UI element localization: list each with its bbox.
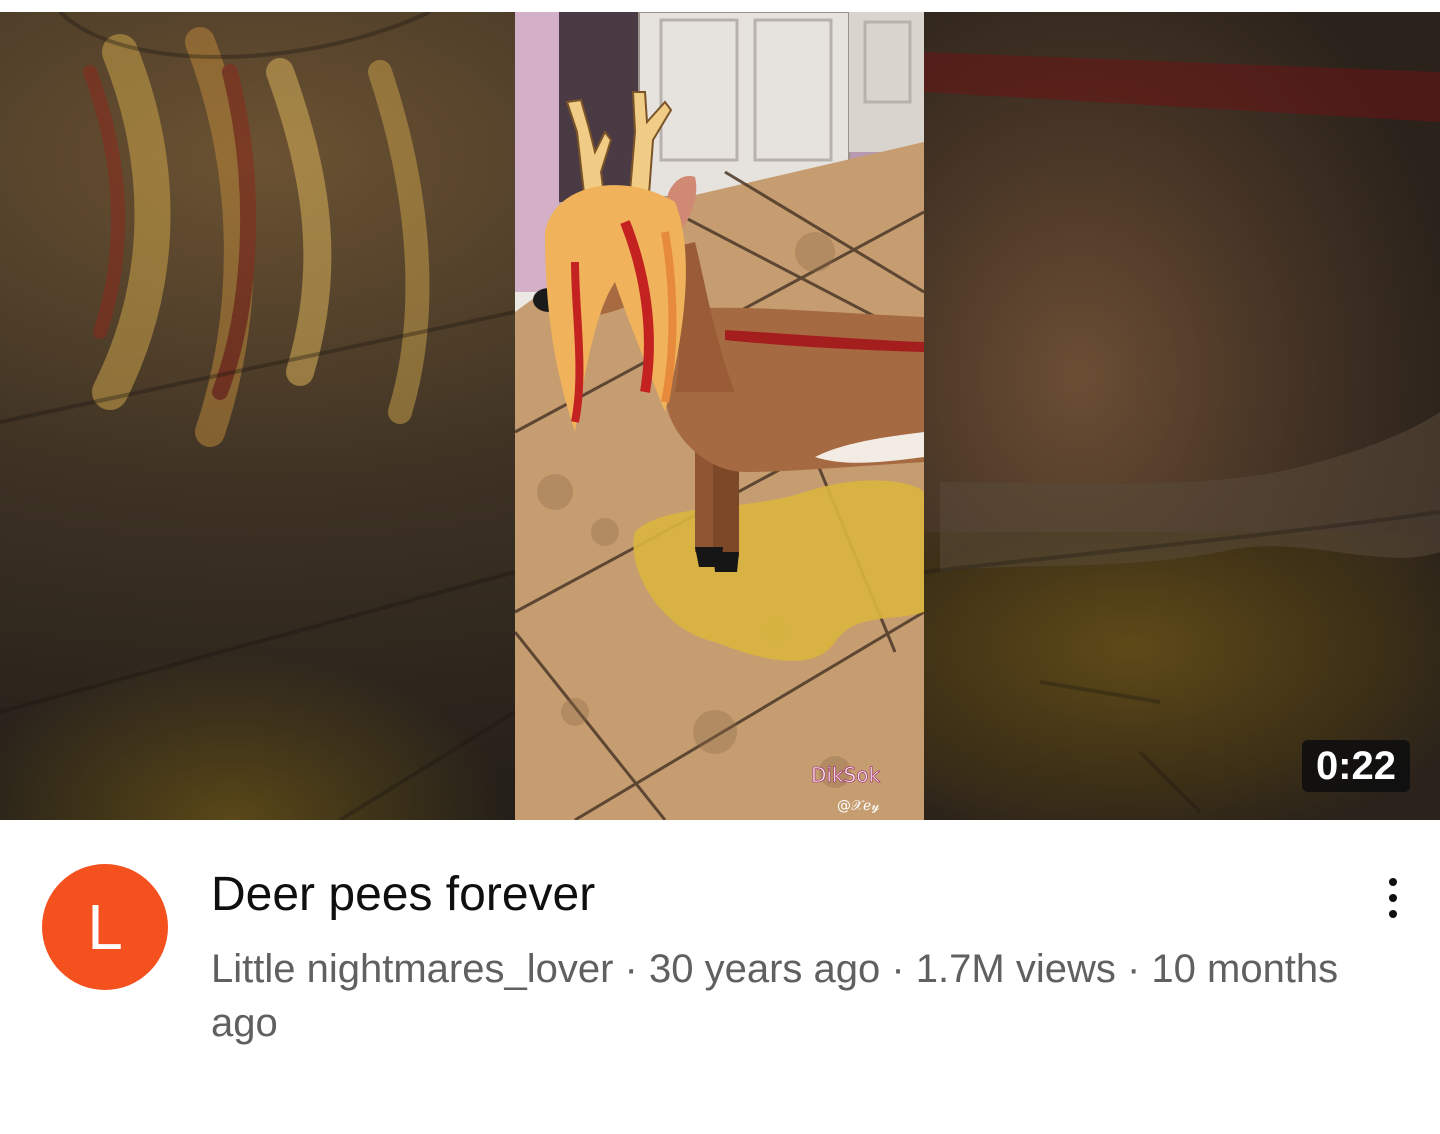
watermark-handle: @𝒳ℯ𝓎 [837,798,879,814]
more-dot [1389,894,1397,902]
video-card[interactable]: DikSok @𝒳ℯ𝓎 0:22 L Deer pees forever Lit… [0,0,1440,1134]
video-frame[interactable]: DikSok @𝒳ℯ𝓎 [515,12,924,820]
video-metadata: Little nightmares_lover · 30 years ago ·… [211,947,1339,1045]
more-vert-icon[interactable] [1370,870,1416,926]
more-dot [1389,910,1397,918]
video-title[interactable]: Deer pees forever [211,866,1331,924]
video-thumbnail[interactable]: DikSok @𝒳ℯ𝓎 0:22 [0,12,1440,820]
deer-artwork: DikSok @𝒳ℯ𝓎 [515,12,924,820]
watermark-text: DikSok [811,763,880,787]
duration-badge: 0:22 [1301,740,1410,792]
more-dot [1389,878,1397,886]
channel-avatar[interactable]: L [42,864,168,990]
